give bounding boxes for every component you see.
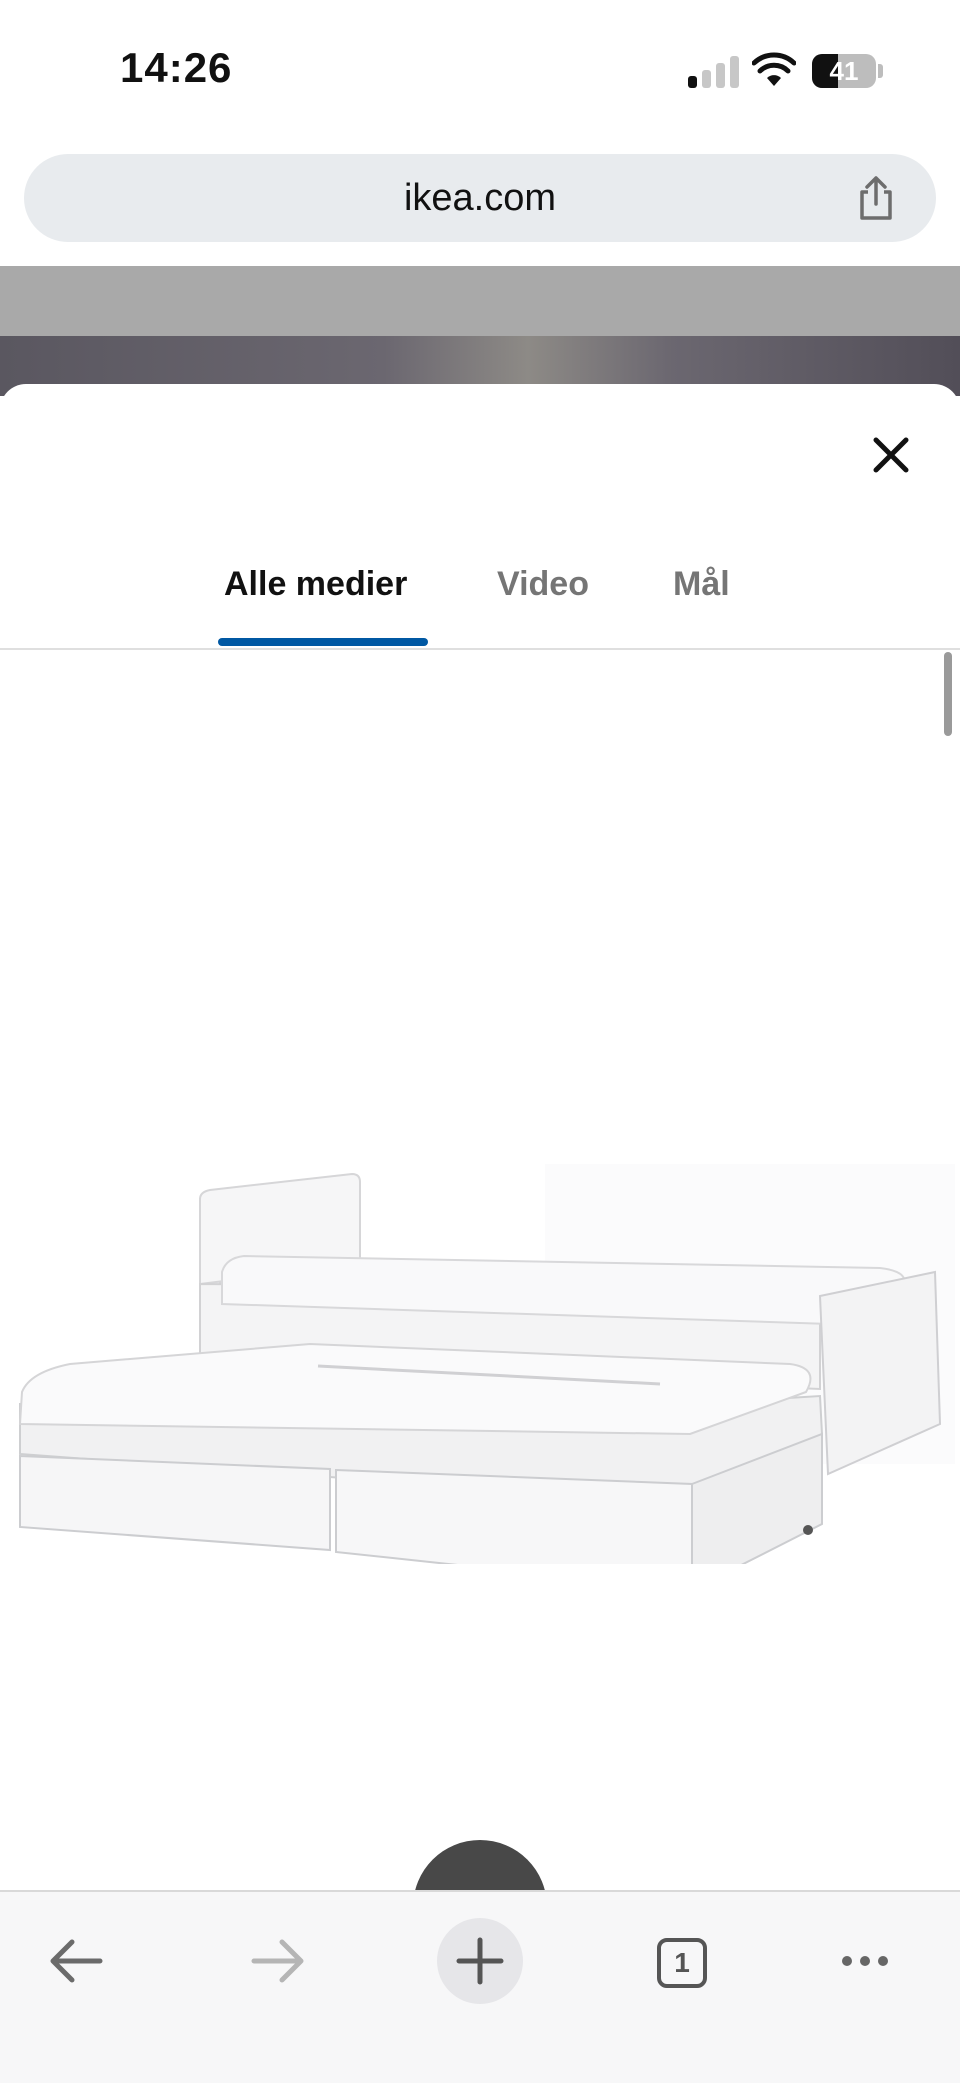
browser-toolbar: 1 [0, 1890, 960, 2083]
address-bar[interactable]: ikea.com [24, 154, 936, 242]
battery-icon: 41 [812, 54, 876, 88]
plus-icon [456, 1937, 504, 1985]
product-image[interactable] [0, 744, 960, 1564]
tab-all-media[interactable]: Alle medier [224, 556, 407, 634]
status-time: 14:26 [120, 44, 233, 91]
ellipsis-icon[interactable] [822, 1918, 908, 2004]
active-tab-indicator [218, 638, 428, 646]
tabs-icon: 1 [657, 1938, 707, 1988]
status-bar: 14:26 41 [0, 0, 960, 140]
tab-dimensions[interactable]: Mål [673, 556, 730, 634]
signal-strength-icon [688, 56, 740, 88]
wifi-icon [752, 52, 796, 86]
battery-tip [878, 64, 883, 78]
new-tab-button[interactable] [437, 1918, 523, 2004]
floating-action-button[interactable] [413, 1840, 547, 1890]
close-icon[interactable] [864, 428, 918, 482]
media-viewer-sheet: Alle medier Video Mål [0, 384, 960, 1890]
arrow-right-icon[interactable] [234, 1918, 320, 2004]
tabs-button[interactable]: 1 [637, 1918, 723, 2004]
background-page [0, 266, 960, 336]
tab-video[interactable]: Video [497, 556, 589, 634]
tab-count: 1 [674, 1947, 690, 1978]
tabs-divider [0, 648, 960, 650]
media-tabs: Alle medier Video Mål [0, 556, 960, 634]
scrollbar[interactable] [944, 652, 952, 736]
arrow-left-icon[interactable] [34, 1918, 120, 2004]
share-icon[interactable] [852, 174, 900, 222]
url-text[interactable]: ikea.com [24, 154, 936, 242]
battery-level: 41 [829, 56, 859, 86]
